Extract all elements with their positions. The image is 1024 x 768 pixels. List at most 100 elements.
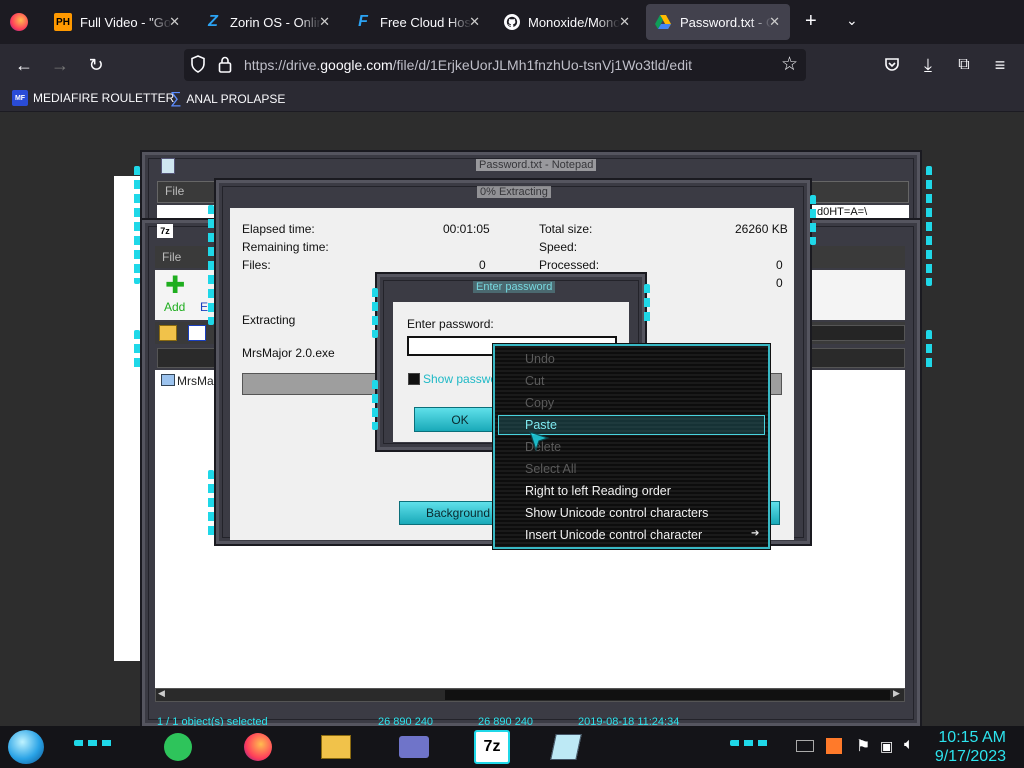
tab-zorin-os[interactable]: Z Zorin OS - Online ✕	[196, 4, 340, 40]
notepad-title: Password.txt - Notepad	[476, 159, 597, 171]
lock-icon[interactable]	[218, 56, 232, 76]
mouse-cursor-icon	[528, 430, 550, 455]
notepad-app-icon	[161, 158, 175, 174]
tab-full-video[interactable]: PH Full Video - "Go I ✕	[46, 4, 190, 40]
downloads-icon[interactable]: ⤓	[914, 52, 942, 78]
menu-item-cut[interactable]: Cut	[525, 374, 544, 388]
url-text[interactable]: https://drive.google.com/file/d/1ErjkeUo…	[244, 57, 692, 73]
cloud-host-favicon-icon: F	[358, 13, 368, 30]
new-tab-button[interactable]: +	[805, 10, 817, 33]
file-item-name[interactable]: MrsMa	[177, 374, 214, 388]
close-tab-icon[interactable]: ✕	[469, 14, 480, 30]
firefox-view-icon[interactable]	[10, 13, 28, 31]
zorin-favicon-icon: Z	[208, 13, 218, 30]
frame-decoration	[926, 166, 932, 286]
sigma-favicon-icon: ∑	[170, 90, 182, 107]
back-arrow-icon[interactable]: ←	[10, 52, 38, 78]
bookmark-mediafire-rouletter[interactable]: MF MEDIAFIRE ROULETTER	[12, 90, 174, 106]
compressed-value: 0	[776, 276, 783, 290]
mediafire-favicon-icon: MF	[12, 90, 28, 106]
taskbar-notepad-icon[interactable]	[548, 730, 584, 764]
current-file-name: MrsMajor 2.0.exe	[242, 346, 335, 360]
scrollbar-thumb[interactable]	[445, 690, 890, 700]
tab-monoxide[interactable]: Monoxide/Mono ✕	[496, 4, 640, 40]
menu-item-undo[interactable]: Undo	[525, 352, 555, 366]
github-favicon-icon	[504, 14, 520, 30]
clock-date: 9/17/2023	[934, 748, 1006, 765]
taskbar-file-manager-icon[interactable]	[318, 730, 354, 764]
close-tab-icon[interactable]: ✕	[319, 14, 330, 30]
scroll-left-icon[interactable]: ◀	[158, 688, 165, 699]
processed-label: Processed:	[539, 258, 600, 272]
tray-flag-icon[interactable]: ⚑	[856, 736, 870, 756]
menu-item-copy[interactable]: Copy	[525, 396, 554, 410]
clock-time: 10:15 AM	[938, 729, 1006, 746]
taskbar-settings-icon[interactable]	[396, 730, 432, 764]
taskbar-decoration	[730, 740, 770, 746]
remaining-label: Remaining time:	[242, 240, 329, 254]
folder-up-icon[interactable]	[159, 325, 177, 341]
password-dialog-title: Enter password	[473, 281, 556, 293]
close-tab-icon[interactable]: ✕	[169, 14, 180, 30]
files-label: Files:	[242, 258, 271, 272]
total-size-value: 26260 KB	[735, 222, 788, 236]
elapsed-value: 00:01:05	[443, 222, 490, 236]
bookmark-anal-prolapse[interactable]: ∑ ANAL PROLAPSE	[170, 90, 285, 108]
taskbar-clock[interactable]: 10:15 AM 9/17/2023	[935, 728, 1006, 766]
password-prompt: Enter password:	[407, 317, 494, 331]
scroll-right-icon[interactable]: ▶	[893, 688, 900, 699]
frame-decoration	[134, 166, 140, 284]
processed-value: 0	[776, 258, 783, 272]
browser-tab-bar: PH Full Video - "Go I ✕ Z Zorin OS - Onl…	[0, 0, 1024, 44]
frame-decoration	[134, 330, 140, 370]
close-tab-icon[interactable]: ✕	[619, 14, 630, 30]
notepad-text-snippet: d0HT=A=\	[817, 206, 868, 218]
url-bar[interactable]: https://drive.google.com/file/d/1ErjkeUo…	[184, 49, 806, 81]
folder-view-icon[interactable]	[188, 325, 206, 341]
start-menu-orb-icon[interactable]	[8, 730, 44, 764]
taskbar-7zip-icon[interactable]: 7z	[474, 730, 510, 764]
tray-volume-icon[interactable]: 🔈︎	[904, 736, 914, 754]
notepad-menu-file[interactable]: File	[165, 184, 184, 198]
close-tab-icon[interactable]: ✕	[769, 14, 780, 30]
tray-keyboard-icon[interactable]	[796, 740, 814, 752]
frame-decoration	[926, 330, 932, 370]
tracking-protection-shield-icon[interactable]	[190, 55, 206, 76]
google-drive-favicon-icon	[654, 13, 672, 31]
bookmarks-toolbar: MF MEDIAFIRE ROULETTER ∑ ANAL PROLAPSE	[0, 86, 1024, 112]
frame-decoration	[372, 288, 378, 338]
show-password-checkbox[interactable]	[408, 373, 420, 385]
extensions-puzzle-icon[interactable]: ⧉	[950, 52, 978, 78]
speed-label: Speed:	[539, 240, 578, 254]
toolbar-add-label[interactable]: Add	[164, 300, 185, 314]
menu-item-insert-unicode[interactable]: Insert Unicode control character	[525, 528, 702, 542]
reload-icon[interactable]: ↻	[82, 52, 110, 78]
files-value: 0	[479, 258, 486, 272]
menu-item-show-unicode[interactable]: Show Unicode control characters	[525, 506, 708, 520]
sevenzip-menu-file[interactable]: File	[162, 250, 181, 264]
frame-decoration	[208, 205, 214, 325]
menu-item-rtl-reading-order[interactable]: Right to left Reading order	[525, 484, 671, 498]
add-plus-icon[interactable]: ✚	[165, 274, 185, 298]
pocket-icon[interactable]	[878, 52, 906, 78]
taskbar-decoration	[74, 740, 114, 746]
elapsed-label: Elapsed time:	[242, 222, 315, 236]
frame-decoration	[644, 284, 650, 324]
taskbar: 7z ⚑ ▣ 🔈︎ 10:15 AM 9/17/2023	[0, 726, 1024, 768]
hamburger-menu-icon[interactable]: ≡	[986, 52, 1014, 78]
submenu-arrow-icon: ➔	[751, 528, 760, 539]
list-all-tabs-chevron-down-icon[interactable]: ⌄	[846, 12, 858, 29]
bookmark-star-icon[interactable]: ☆	[781, 53, 798, 76]
sevenzip-app-icon: 7z	[157, 224, 173, 238]
progress-title: 0% Extracting	[477, 186, 551, 198]
tab-free-cloud-hosting[interactable]: F Free Cloud Hosti ✕	[346, 4, 490, 40]
forward-arrow-icon[interactable]: →	[46, 52, 74, 78]
taskbar-firefox-icon[interactable]	[240, 730, 276, 764]
taskbar-sound-app-icon[interactable]	[160, 730, 196, 764]
tray-app-icon[interactable]	[826, 738, 842, 754]
tab-password-txt[interactable]: Password.txt - Go ✕	[646, 4, 790, 40]
menu-item-select-all[interactable]: Select All	[525, 462, 576, 476]
tray-network-icon[interactable]: ▣	[880, 738, 893, 755]
file-item-icon	[161, 374, 175, 386]
extracting-label: Extracting	[242, 313, 296, 327]
